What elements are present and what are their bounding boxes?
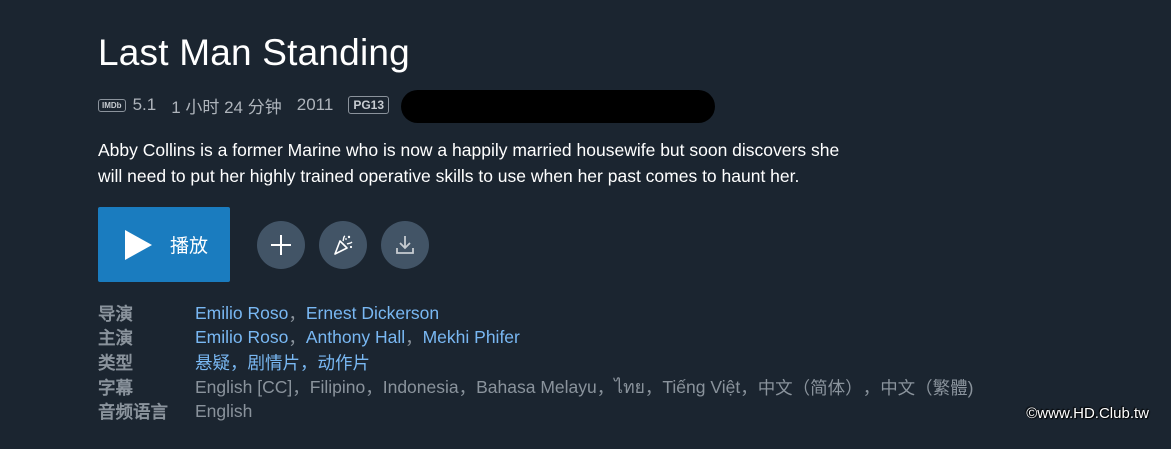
play-icon bbox=[125, 229, 152, 260]
details-list: 导演 Emilio Roso， Ernest Dickerson 主演 Emili… bbox=[98, 301, 974, 424]
synopsis: Abby Collins is a former Marine who is n… bbox=[98, 137, 928, 189]
genre-link[interactable]: 悬疑 bbox=[195, 350, 230, 375]
maturity-rating-badge: PG13 bbox=[348, 96, 389, 114]
subtitle-language: English [CC] bbox=[195, 376, 293, 397]
page-title: Last Man Standing bbox=[98, 32, 410, 73]
subtitle-language: 中文（繁體) bbox=[880, 377, 974, 398]
subtitle-language: Tiếng Việt bbox=[662, 376, 741, 397]
audio-label: 音频语言 bbox=[98, 402, 168, 423]
subtitle-language: 中文（简体） bbox=[757, 377, 863, 398]
subtitle-language: Filipino bbox=[309, 376, 366, 397]
genre-link[interactable]: 动作片 bbox=[318, 350, 371, 375]
director-link[interactable]: Ernest Dickerson bbox=[306, 303, 439, 324]
genre-link[interactable]: 剧情片 bbox=[248, 350, 301, 375]
directors-label: 导演 bbox=[98, 303, 133, 324]
add-to-watchlist-button[interactable] bbox=[257, 220, 305, 269]
separator: ， bbox=[644, 377, 663, 398]
separator: ， bbox=[230, 352, 248, 373]
synopsis-line: Abby Collins is a former Marine who is n… bbox=[98, 140, 840, 160]
imdb-badge: IMDb bbox=[98, 98, 126, 112]
plus-icon bbox=[271, 234, 291, 255]
download-button[interactable] bbox=[381, 220, 429, 269]
subtitles-row: 字幕 English [CC]， Filipino， Indonesia， Bahas… bbox=[98, 375, 974, 400]
imdb-score: 5.1 bbox=[132, 95, 157, 114]
genres-label: 类型 bbox=[98, 352, 133, 373]
cast-link[interactable]: Emilio Roso bbox=[195, 327, 288, 348]
directors-row: 导演 Emilio Roso， Ernest Dickerson bbox=[98, 301, 974, 326]
separator: ， bbox=[300, 352, 318, 373]
download-icon bbox=[396, 235, 414, 254]
play-button[interactable]: 播放 bbox=[98, 207, 230, 282]
watermark: ©www.HD.Club.tw bbox=[1026, 405, 1149, 422]
redaction-mark bbox=[401, 89, 715, 123]
separator: ， bbox=[458, 377, 477, 398]
genres-row: 类型 悬疑，剧情片，动作片 bbox=[98, 350, 974, 375]
director-link[interactable]: Emilio Roso bbox=[195, 303, 288, 324]
separator: ， bbox=[596, 377, 615, 398]
separator: ， bbox=[862, 377, 881, 398]
separator: ， bbox=[292, 377, 310, 398]
subtitle-language: ไทย bbox=[614, 377, 645, 398]
action-bar: 播放 bbox=[98, 207, 443, 282]
separator: ， bbox=[288, 303, 306, 324]
subtitle-language: Bahasa Melayu bbox=[476, 376, 597, 397]
separator: ， bbox=[288, 328, 306, 349]
audio-language: English bbox=[195, 401, 253, 422]
synopsis-line: will need to put her highly trained oper… bbox=[98, 166, 800, 186]
cast-link[interactable]: Anthony Hall bbox=[306, 327, 405, 348]
separator: ， bbox=[365, 377, 383, 398]
cast-label: 主演 bbox=[98, 328, 133, 349]
watch-party-button[interactable] bbox=[319, 220, 367, 269]
meta-row: IMDb 5.1 1 小时 24 分钟 2011 PG13 bbox=[98, 89, 715, 123]
subtitle-language: Indonesia bbox=[382, 376, 459, 397]
release-year: 2011 bbox=[296, 95, 334, 114]
cast-row: 主演 Emilio Roso， Anthony Hall， Mekhi Phifer bbox=[98, 326, 974, 351]
audio-row: 音频语言 English bbox=[98, 399, 974, 424]
duration: 1 小时 24 分钟 bbox=[171, 97, 282, 117]
party-icon bbox=[334, 234, 353, 255]
play-label: 播放 bbox=[170, 236, 209, 257]
subtitles-label: 字幕 bbox=[98, 377, 133, 398]
separator: ， bbox=[405, 328, 423, 349]
cast-link[interactable]: Mekhi Phifer bbox=[423, 327, 520, 348]
separator: ， bbox=[740, 377, 758, 398]
